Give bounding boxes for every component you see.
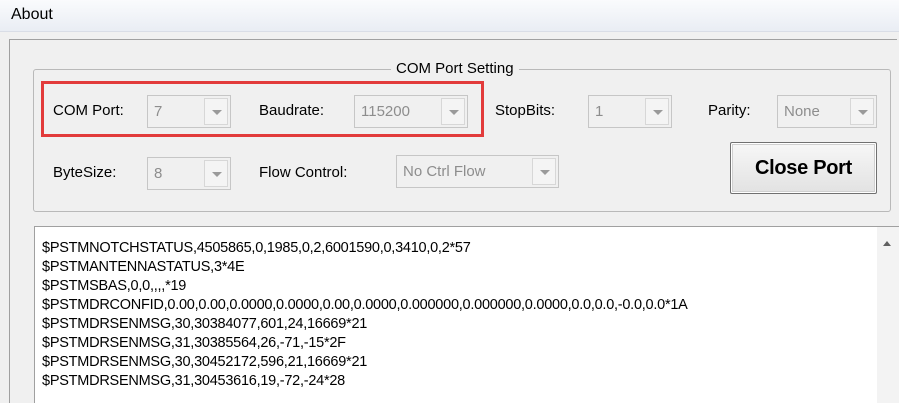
log-line: $PSTMNOTCHSTATUS,4505865,0,1985,0,2,6001… [42, 240, 471, 256]
byte-size-value: 8 [154, 165, 163, 182]
log-line: $PSTMANTENNASTATUS,3*4E [42, 259, 245, 275]
log-line: $PSTMSBAS,0,0,,,,*19 [42, 278, 187, 294]
log-line: $PSTMDRCONFID,0.00,0.00,0.0000,0.0000,0.… [42, 297, 688, 313]
flow-control-value: No Ctrl Flow [403, 163, 486, 180]
scroll-up-arrow-icon[interactable] [883, 241, 891, 246]
menu-bar: About [0, 0, 899, 32]
chevron-down-icon [653, 110, 663, 115]
flow-control-select[interactable]: No Ctrl Flow [396, 155, 559, 188]
log-lines: $PSTMNOTCHSTATUS,4505865,0,1985,0,2,6001… [42, 239, 688, 391]
menu-about[interactable]: About [11, 6, 53, 24]
stop-bits-select[interactable]: 1 [588, 95, 672, 128]
parity-dropdown-button[interactable] [850, 98, 874, 125]
log-line: $PSTMDRSENMSG,30,30384077,601,24,16669*2… [42, 316, 368, 332]
byte-size-select[interactable]: 8 [147, 157, 231, 190]
log-line: $PSTMDRSENMSG,30,30452172,596,21,16669*2… [42, 354, 368, 370]
log-textarea[interactable]: $PSTMNOTCHSTATUS,4505865,0,1985,0,2,6001… [34, 226, 899, 403]
stop-bits-dropdown-button[interactable] [645, 98, 669, 125]
byte-size-dropdown-button[interactable] [204, 160, 228, 187]
byte-size-label: ByteSize: [53, 164, 117, 181]
stop-bits-label: StopBits: [495, 102, 556, 119]
highlight-box [41, 81, 484, 137]
vertical-scrollbar[interactable] [877, 227, 899, 403]
parity-label: Parity: [708, 102, 751, 119]
parity-value: None [784, 103, 820, 120]
chevron-down-icon [540, 170, 550, 175]
flow-control-label: Flow Control: [259, 164, 348, 181]
close-port-button[interactable]: Close Port [730, 142, 877, 194]
group-title: COM Port Setting [391, 60, 519, 77]
parity-select[interactable]: None [777, 95, 877, 128]
log-line: $PSTMDRSENMSG,31,30453616,19,-72,-24*28 [42, 373, 345, 389]
flow-control-dropdown-button[interactable] [532, 158, 556, 185]
chevron-down-icon [858, 110, 868, 115]
stop-bits-value: 1 [595, 103, 604, 120]
log-line: $PSTMDRSENMSG,31,30385564,26,-71,-15*2F [42, 335, 346, 351]
chevron-down-icon [212, 172, 222, 177]
